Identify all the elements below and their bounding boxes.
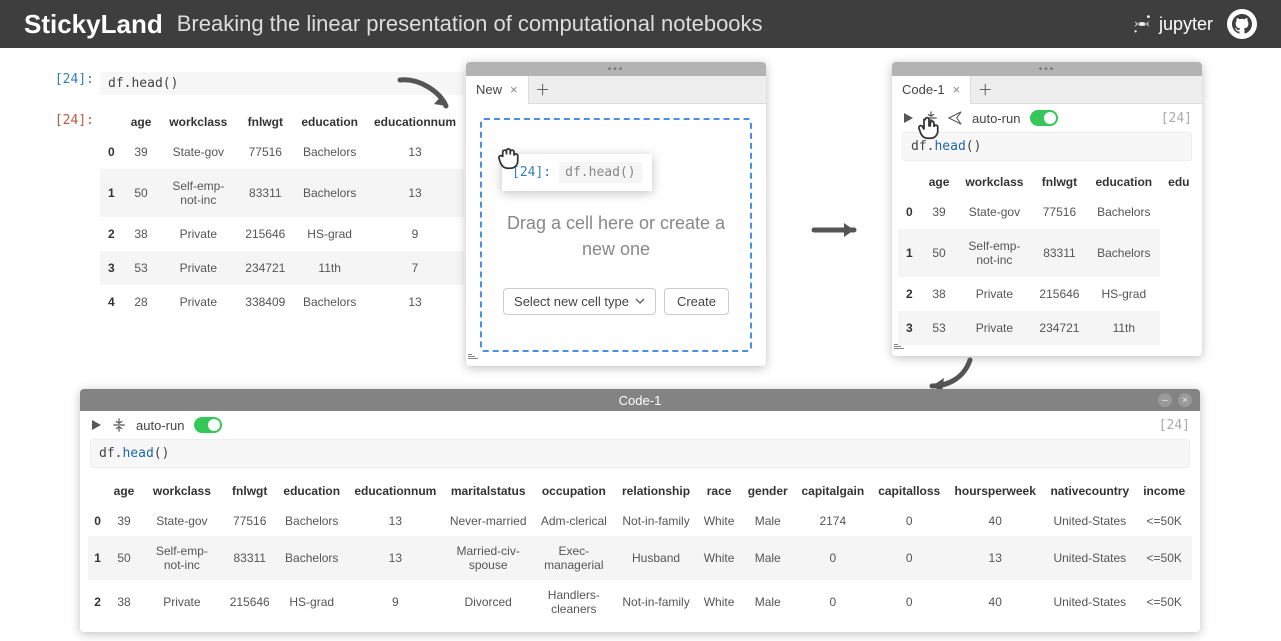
chevron-down-icon bbox=[635, 296, 645, 306]
output-table: ageworkclassfnlwgteducationeducationnumm… bbox=[88, 476, 1192, 624]
table-row: 150Self-emp-not-inc83311Bachelors13 bbox=[100, 169, 464, 217]
resize-handle[interactable] bbox=[894, 344, 904, 354]
table-row: 039State-gov77516Bachelors13 bbox=[100, 135, 464, 169]
resize-handle[interactable] bbox=[468, 354, 478, 364]
table-row: 039State-gov77516Bachelors bbox=[898, 195, 1197, 229]
col-header: education bbox=[276, 476, 347, 506]
close-icon[interactable]: × bbox=[953, 82, 961, 97]
code-input[interactable]: df.head() bbox=[902, 132, 1192, 161]
arrow-icon bbox=[396, 74, 456, 118]
table-header-row: ageworkclassfnlwgteducationeducationnumm… bbox=[88, 476, 1192, 506]
col-header: nativecountry bbox=[1043, 476, 1136, 506]
page-header: StickyLand Breaking the linear presentat… bbox=[0, 0, 1281, 48]
table-row: 039State-gov77516Bachelors13Never-marrie… bbox=[88, 506, 1192, 536]
col-header: age bbox=[921, 169, 958, 195]
output-table: ageworkclassfnlwgteducationedu 039State-… bbox=[898, 169, 1197, 345]
col-header bbox=[100, 109, 123, 135]
tab-label: New bbox=[476, 82, 502, 97]
autorun-toggle[interactable] bbox=[1030, 110, 1058, 126]
cell-in-prompt: [24]: bbox=[46, 72, 94, 95]
table-row: 150Self-emp-not-inc83311Bachelors bbox=[898, 229, 1197, 277]
sticky-drag-handle[interactable]: ••• bbox=[466, 62, 766, 76]
create-button[interactable]: Create bbox=[664, 288, 729, 315]
minimize-icon[interactable]: – bbox=[1158, 393, 1172, 407]
close-icon[interactable]: × bbox=[510, 82, 518, 97]
run-icon[interactable] bbox=[90, 419, 102, 431]
tab-code-1[interactable]: Code-1 × bbox=[892, 76, 971, 104]
table-row: 238Private215646HS-grad9 bbox=[100, 217, 464, 251]
sticky-panel-expanded[interactable]: Code-1 – × auto-run [24] df.head() agewo… bbox=[80, 389, 1200, 632]
col-header: fnlwgt bbox=[237, 109, 293, 135]
autorun-label: auto-run bbox=[972, 111, 1020, 126]
arrow-icon bbox=[810, 218, 868, 242]
run-icon[interactable] bbox=[902, 112, 914, 124]
col-header: workclass bbox=[957, 169, 1031, 195]
jupyter-icon bbox=[1131, 13, 1153, 35]
col-header bbox=[898, 169, 921, 195]
sticky-drag-handle[interactable]: ••• bbox=[892, 62, 1202, 76]
cell-type-select[interactable]: Select new cell type bbox=[503, 288, 656, 315]
table-row: 238Private215646HS-grad bbox=[898, 277, 1197, 311]
table-row: 238Private215646HS-grad9DivorcedHandlers… bbox=[88, 580, 1192, 624]
table-row: 353Private23472111th bbox=[898, 311, 1197, 345]
tab-new[interactable]: New × bbox=[466, 76, 529, 104]
col-header: education bbox=[1087, 169, 1160, 195]
col-header: income bbox=[1136, 476, 1192, 506]
dragged-cell-ghost: [24]: df.head() bbox=[502, 154, 652, 191]
collapse-icon[interactable] bbox=[924, 111, 938, 125]
cell-out-prompt: [24]: bbox=[46, 99, 94, 319]
col-header: fnlwgt bbox=[223, 476, 276, 506]
table-row: 428Private338409Bachelors13 bbox=[100, 285, 464, 319]
col-header: age bbox=[123, 109, 160, 135]
output-table: ageworkclassfnlwgteducationeducationnum … bbox=[100, 109, 464, 319]
col-header: capitalloss bbox=[871, 476, 947, 506]
expanded-titlebar[interactable]: Code-1 – × bbox=[80, 389, 1200, 411]
sticky-panel-new[interactable]: ••• New × ＋ [24]: df.head() Drag a cell … bbox=[466, 62, 766, 366]
col-header: capitalgain bbox=[794, 476, 871, 506]
github-icon bbox=[1232, 14, 1252, 34]
col-header: race bbox=[697, 476, 741, 506]
table-row: 353Private23472111th7 bbox=[100, 251, 464, 285]
expanded-title: Code-1 bbox=[619, 393, 662, 408]
col-header: hoursperweek bbox=[947, 476, 1043, 506]
add-tab-button[interactable]: ＋ bbox=[529, 79, 557, 100]
col-header: occupation bbox=[533, 476, 615, 506]
col-header: edu bbox=[1160, 169, 1197, 195]
sticky-toolbar: auto-run [24] bbox=[892, 104, 1202, 132]
sticky-toolbar: auto-run [24] bbox=[80, 411, 1200, 439]
exec-count: [24] bbox=[1159, 418, 1190, 433]
sticky-tabs: New × ＋ bbox=[466, 76, 766, 104]
col-header: maritalstatus bbox=[444, 476, 533, 506]
add-tab-button[interactable]: ＋ bbox=[971, 79, 999, 100]
col-header: education bbox=[293, 109, 366, 135]
sticky-panel-code[interactable]: ••• Code-1 × ＋ auto-run [24] df.head() a… bbox=[892, 62, 1202, 356]
table-row: 150Self-emp-not-inc83311Bachelors13Marri… bbox=[88, 536, 1192, 580]
dropzone-hint: Drag a cell here or create a new one bbox=[502, 211, 730, 261]
tab-label: Code-1 bbox=[902, 82, 945, 97]
collapse-icon[interactable] bbox=[112, 418, 126, 432]
autorun-label: auto-run bbox=[136, 418, 184, 433]
col-header: workclass bbox=[159, 109, 237, 135]
col-header: relationship bbox=[615, 476, 697, 506]
col-header: gender bbox=[741, 476, 794, 506]
app-subtitle: Breaking the linear presentation of comp… bbox=[177, 11, 763, 37]
autorun-toggle[interactable] bbox=[194, 417, 222, 433]
send-icon[interactable] bbox=[948, 111, 962, 125]
col-header: workclass bbox=[141, 476, 223, 506]
table-header-row: ageworkclassfnlwgteducationedu bbox=[898, 169, 1197, 195]
app-title: StickyLand bbox=[24, 9, 163, 40]
jupyter-logo: jupyter bbox=[1131, 13, 1213, 35]
dropzone[interactable]: [24]: df.head() Drag a cell here or crea… bbox=[480, 118, 752, 352]
col-header: educationnum bbox=[347, 476, 444, 506]
col-header: age bbox=[107, 476, 141, 506]
github-link[interactable] bbox=[1227, 9, 1257, 39]
sticky-tabs: Code-1 × ＋ bbox=[892, 76, 1202, 104]
col-header bbox=[88, 476, 107, 506]
code-input[interactable]: df.head() bbox=[90, 439, 1190, 468]
close-icon[interactable]: × bbox=[1178, 393, 1192, 407]
col-header: fnlwgt bbox=[1031, 169, 1087, 195]
exec-count: [24] bbox=[1161, 111, 1192, 126]
